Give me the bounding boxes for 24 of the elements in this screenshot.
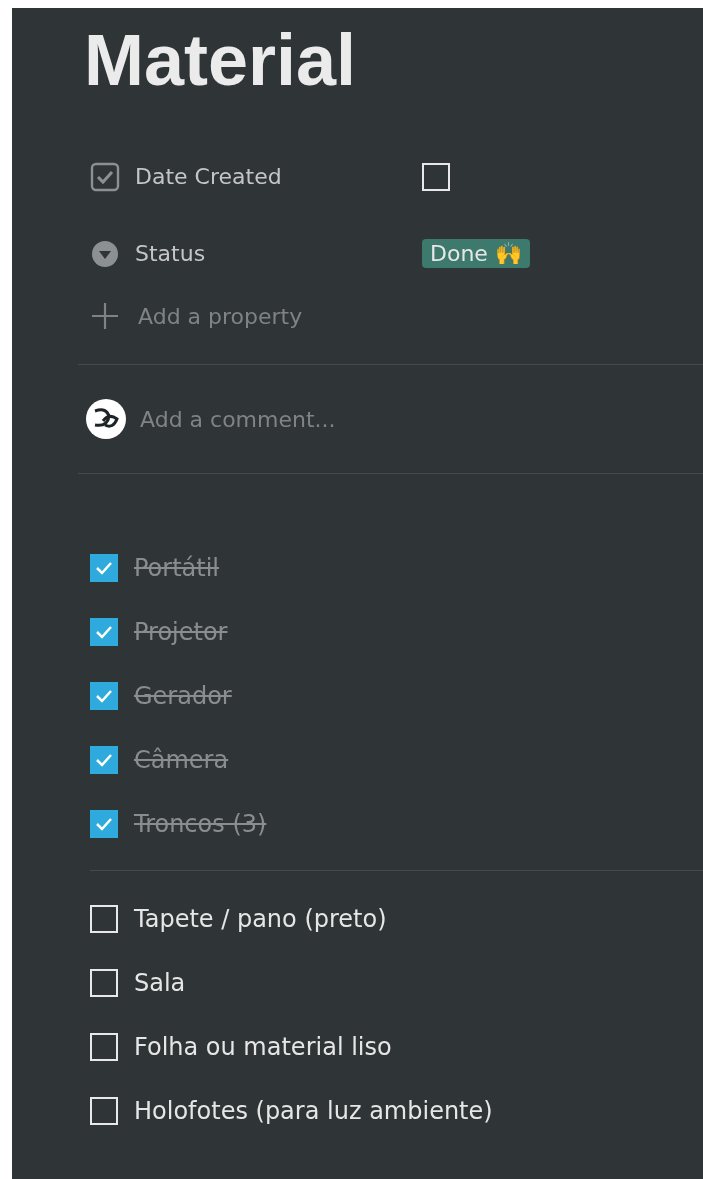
checkbox[interactable] — [90, 746, 118, 774]
property-label[interactable]: Date Created — [135, 164, 282, 189]
todo-text: Holofotes (para luz ambiente) — [134, 1097, 493, 1125]
todo-text: Gerador — [134, 682, 232, 710]
todo-text: Sala — [134, 969, 186, 997]
checkbox[interactable] — [90, 554, 118, 582]
checkbox-property-icon — [90, 161, 120, 192]
dropdown-property-icon — [90, 238, 120, 269]
page-title: Material — [83, 19, 357, 100]
comment-field[interactable]: Add a comment... — [140, 406, 336, 432]
todo-text: Câmera — [134, 746, 229, 774]
todo-text: Tapete / pano (preto) — [134, 905, 387, 933]
todo-text: Troncos (3) — [134, 810, 267, 838]
status-tag[interactable]: Done 🙌 — [422, 239, 530, 268]
avatar-icon — [86, 399, 126, 439]
todo-text: Folha ou material liso — [134, 1033, 392, 1061]
checkbox[interactable] — [90, 618, 118, 646]
plus-icon — [90, 301, 120, 331]
todo-text: Projetor — [134, 618, 228, 646]
add-property-button[interactable]: Add a property — [78, 296, 303, 336]
property-label[interactable]: Status — [135, 241, 206, 266]
todo-text: Portátil — [134, 554, 220, 582]
checkbox[interactable] — [90, 682, 118, 710]
checkbox[interactable] — [90, 810, 118, 838]
